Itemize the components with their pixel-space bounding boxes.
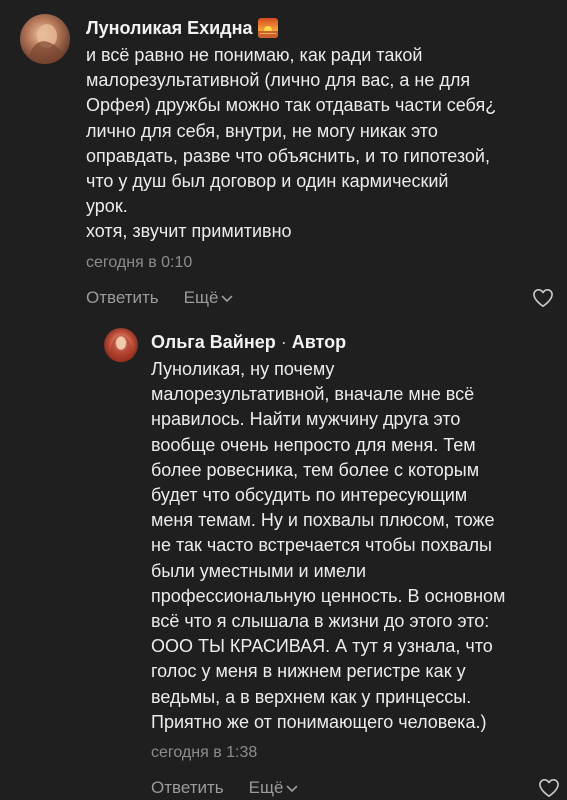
more-button[interactable]: Ещё — [249, 776, 299, 800]
reply-text-line: всё что я слышала в жизни до этого это: — [151, 611, 490, 632]
reply-text-line: не так часто встречается чтобы похвалы — [151, 535, 492, 556]
reply-text-line: более ровесника, тем более с которым — [151, 459, 480, 480]
author-separator: · — [280, 332, 287, 352]
reply-actions: Ответить Ещё — [151, 776, 564, 800]
reply-text-line: Луноликая, ну почему — [151, 359, 335, 379]
comment-author-row: Луноликая Ехидна — [86, 14, 560, 42]
reply-button[interactable]: Ответить — [86, 286, 159, 310]
more-label: Ещё — [183, 287, 219, 307]
chevron-down-icon — [222, 295, 233, 302]
heart-icon[interactable] — [538, 778, 560, 798]
comment-text-line: Орфея) дружбы можно так отдавать части с… — [86, 95, 497, 116]
avatar[interactable] — [20, 14, 70, 64]
reply-text-line: Приятно же от понимающего человека.) — [151, 711, 487, 732]
comment: Луноликая Ехидна и всё равно не понимаю,… — [20, 14, 560, 310]
reply-text-line: меня темам. Ну и похвалы плюсом, тоже — [151, 510, 495, 531]
comment-text-line: хотя, звучит примитивно — [86, 221, 292, 242]
reply-text-line: нравилось. Найти мужчину друга это — [151, 409, 461, 430]
more-label: Ещё — [248, 778, 284, 798]
avatar-image — [20, 14, 70, 64]
reply-comment: Ольга Вайнер · Автор Луноликая, ну почем… — [104, 328, 564, 800]
reply-text-line: ООО ТЫ КРАСИВАЯ. А тут я узнала, что — [151, 636, 493, 657]
comment-text-line: лично для себя, внутри, не могу никак эт… — [86, 120, 438, 141]
comment-text: и всё равно не понимаю, как ради такой м… — [86, 43, 560, 245]
comment-text-line: урок. — [86, 196, 128, 217]
chevron-down-icon — [287, 785, 298, 792]
reply-text-line: были уместными и имели — [151, 560, 366, 581]
reply-text-line: ведьмы, а в верхнем как у принцессы. — [151, 686, 472, 707]
reply-author[interactable]: Ольга Вайнер — [151, 328, 276, 356]
comment-timestamp: сегодня в 0:10 — [86, 253, 193, 271]
reply-button[interactable]: Ответить — [151, 776, 224, 800]
author-badge: Автор — [291, 332, 347, 352]
more-button[interactable]: Ещё — [184, 286, 234, 310]
reply-author-row: Ольга Вайнер · Автор — [151, 328, 564, 356]
avatar-image — [104, 328, 138, 362]
reply-timestamp: сегодня в 1:38 — [151, 744, 258, 762]
reply-text-line: профессиональную ценность. В основном — [151, 585, 506, 606]
comment-text-line: и всё равно не понимаю, как ради такой — [86, 45, 423, 65]
comment-author[interactable]: Луноликая Ехидна — [86, 14, 252, 42]
reply-text-line: вообще очень непросто для меня. Тем — [151, 434, 476, 455]
sunset-emoji-icon — [258, 18, 279, 38]
heart-icon[interactable] — [532, 288, 554, 308]
comment-text-line: оправдать, разве что объяснить, и то гип… — [86, 145, 490, 166]
comment-actions: Ответить Ещё — [86, 286, 560, 310]
reply-text-line: будет что обсудить по интересующим — [151, 485, 468, 506]
avatar[interactable] — [104, 328, 138, 362]
comment-text-line: малорезультативной (лично для вас, а не … — [86, 70, 471, 91]
reply-text-line: голос у меня в нижнем регистре как у — [151, 661, 466, 682]
comment-text-line: что у душ был договор и один кармический — [86, 171, 449, 192]
reply-text: Луноликая, ну почему малорезультативной,… — [151, 357, 564, 735]
reply-text-line: малорезультативной, вначале мне всё — [151, 384, 475, 405]
